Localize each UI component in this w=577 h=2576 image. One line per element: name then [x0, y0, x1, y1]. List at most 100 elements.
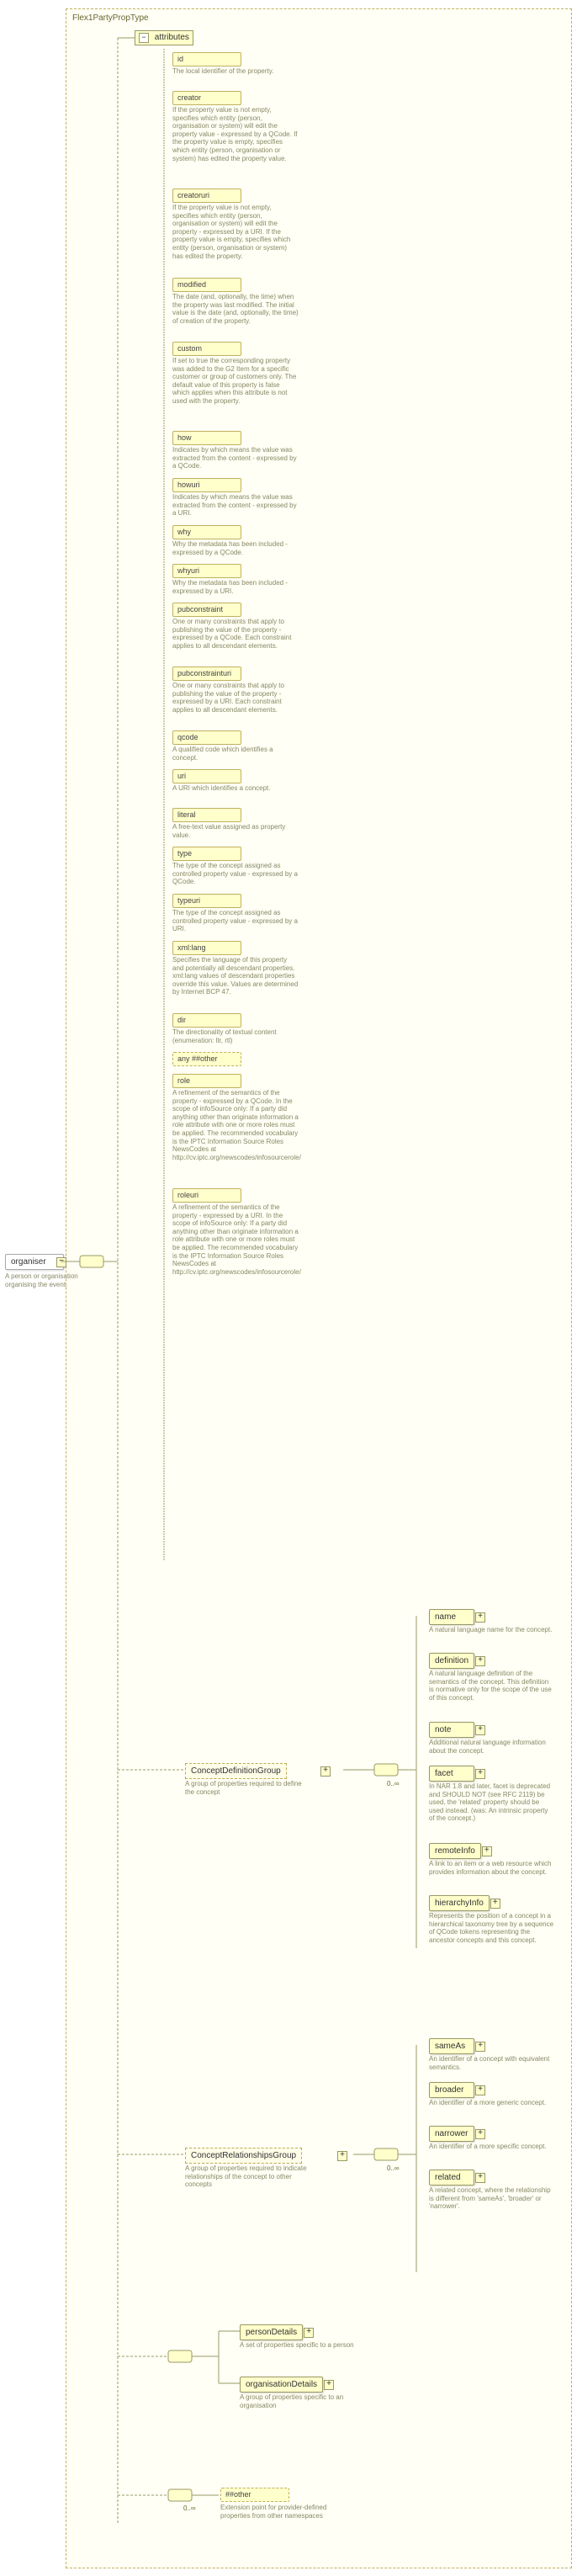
- element-sameAs[interactable]: sameAs+: [429, 2038, 474, 2054]
- attribute-howuri[interactable]: howuri: [172, 478, 241, 492]
- element-name[interactable]: name+: [429, 1609, 474, 1625]
- attribute-label: whyuri: [177, 566, 236, 576]
- attribute-desc: A qualified code which identifies a conc…: [172, 746, 299, 762]
- multiplicity-label: 0..∞: [387, 2164, 400, 2172]
- attribute-dir[interactable]: dir: [172, 1013, 241, 1028]
- attribute-how[interactable]: how: [172, 431, 241, 445]
- extension-label: ##other: [225, 2490, 284, 2499]
- attribute-desc: Why the metadata has been included - exp…: [172, 579, 299, 595]
- plus-icon[interactable]: +: [324, 2380, 334, 2390]
- attribute-desc: The local identifier of the property.: [172, 67, 299, 76]
- attribute-whyuri[interactable]: whyuri: [172, 564, 241, 578]
- attribute-desc: Indicates by which means the value was e…: [172, 446, 299, 470]
- plus-icon[interactable]: +: [475, 2042, 485, 2052]
- plus-icon[interactable]: +: [475, 2085, 485, 2095]
- attributes-label: attributes: [155, 33, 189, 42]
- attribute-desc: A URI which identifies a concept.: [172, 784, 299, 793]
- attribute-xml-lang[interactable]: xml:lang: [172, 941, 241, 955]
- element-desc: A natural language name for the concept.: [429, 1626, 555, 1634]
- attribute-label: id: [177, 55, 236, 64]
- group-desc: A group of properties required to define…: [185, 1780, 311, 1796]
- attribute-label: typeuri: [177, 896, 236, 906]
- attribute-modified[interactable]: modified: [172, 278, 241, 292]
- attribute-desc: One or many constraints that apply to pu…: [172, 618, 299, 650]
- attribute-custom[interactable]: custom: [172, 342, 241, 356]
- attribute-pubconstraint[interactable]: pubconstraint: [172, 603, 241, 617]
- attribute-creator[interactable]: creator: [172, 91, 241, 105]
- element-organisationDetails[interactable]: organisationDetails+: [240, 2377, 323, 2393]
- attribute-label: pubconstrainturi: [177, 669, 236, 678]
- attribute-label: type: [177, 849, 236, 858]
- root-element-organiser[interactable]: organiser −: [5, 1254, 64, 1270]
- attribute-label: uri: [177, 772, 236, 781]
- element-remoteInfo[interactable]: remoteInfo+: [429, 1843, 481, 1859]
- attribute-desc: The date (and, optionally, the time) whe…: [172, 293, 299, 325]
- attribute-label: pubconstraint: [177, 605, 236, 614]
- attribute-label: modified: [177, 280, 236, 289]
- attribute-literal[interactable]: literal: [172, 808, 241, 822]
- attribute-any---other: any ##other: [172, 1052, 241, 1066]
- element-desc: In NAR 1.8 and later, facet is deprecate…: [429, 1782, 555, 1823]
- attribute-label: creator: [177, 93, 236, 103]
- plus-icon[interactable]: +: [320, 1766, 331, 1777]
- attribute-desc: One or many constraints that apply to pu…: [172, 682, 299, 714]
- minus-icon[interactable]: −: [139, 33, 149, 43]
- diagram-canvas: Flex1PartyPropType organiser − A person …: [0, 0, 577, 2576]
- extension-multiplicity: 0..∞: [183, 2504, 196, 2512]
- attribute-desc: A refinement of the semantics of the pro…: [172, 1089, 299, 1161]
- attribute-label: role: [177, 1076, 236, 1086]
- plus-icon[interactable]: +: [475, 2173, 485, 2183]
- element-desc: A natural language definition of the sem…: [429, 1670, 555, 1702]
- element-desc: A group of properties specific to an org…: [240, 2393, 366, 2409]
- element-hierarchyInfo[interactable]: hierarchyInfo+: [429, 1895, 490, 1911]
- attribute-label: xml:lang: [177, 943, 236, 953]
- root-element-label: organiser: [11, 1257, 46, 1267]
- attribute-role[interactable]: role: [172, 1074, 241, 1088]
- attribute-label: dir: [177, 1016, 236, 1025]
- attribute-id[interactable]: id: [172, 52, 241, 66]
- plus-icon[interactable]: +: [475, 1612, 485, 1623]
- type-label-box: Flex1PartyPropType: [72, 13, 149, 23]
- element-desc: A related concept, where the relationshi…: [429, 2186, 555, 2211]
- element-broader[interactable]: broader+: [429, 2082, 474, 2098]
- attribute-label: any ##other: [177, 1054, 236, 1064]
- concept-definition-group[interactable]: ConceptDefinitionGroup +: [185, 1763, 287, 1779]
- attribute-desc: If set to true the corresponding propert…: [172, 357, 299, 406]
- type-name: Flex1PartyPropType: [72, 13, 149, 23]
- element-related[interactable]: related+: [429, 2170, 474, 2186]
- attributes-group-box[interactable]: − attributes: [135, 30, 193, 45]
- attribute-label: creatoruri: [177, 191, 236, 200]
- plus-icon[interactable]: +: [337, 2151, 347, 2161]
- attribute-type[interactable]: type: [172, 847, 241, 861]
- minus-icon[interactable]: −: [56, 1257, 66, 1267]
- plus-icon[interactable]: +: [304, 2328, 314, 2338]
- plus-icon[interactable]: +: [482, 1846, 492, 1856]
- attribute-label: roleuri: [177, 1191, 236, 1200]
- plus-icon[interactable]: +: [475, 1725, 485, 1735]
- concept-relationships-group[interactable]: ConceptRelationshipsGroup +: [185, 2148, 302, 2164]
- attribute-typeuri[interactable]: typeuri: [172, 894, 241, 908]
- element-facet[interactable]: facet+: [429, 1766, 474, 1782]
- plus-icon[interactable]: +: [490, 1899, 500, 1909]
- group-label: ConceptDefinitionGroup: [191, 1766, 281, 1776]
- attribute-label: qcode: [177, 733, 236, 742]
- element-narrower[interactable]: narrower+: [429, 2126, 474, 2142]
- element-definition[interactable]: definition+: [429, 1653, 474, 1669]
- attribute-desc: Specifies the language of this property …: [172, 956, 299, 996]
- attribute-uri[interactable]: uri: [172, 769, 241, 783]
- plus-icon[interactable]: +: [475, 1656, 485, 1666]
- attribute-roleuri[interactable]: roleuri: [172, 1188, 241, 1203]
- attribute-desc: If the property value is not empty, spec…: [172, 204, 299, 260]
- plus-icon[interactable]: +: [475, 1769, 485, 1779]
- element-desc: A link to an item or a web resource whic…: [429, 1860, 555, 1876]
- plus-icon[interactable]: +: [475, 2129, 485, 2139]
- attribute-qcode[interactable]: qcode: [172, 730, 241, 745]
- attribute-desc: Indicates by which means the value was e…: [172, 493, 299, 518]
- attribute-why[interactable]: why: [172, 525, 241, 539]
- element-note[interactable]: note+: [429, 1722, 474, 1738]
- attribute-creatoruri[interactable]: creatoruri: [172, 189, 241, 203]
- element-personDetails[interactable]: personDetails+: [240, 2324, 303, 2340]
- attribute-pubconstrainturi[interactable]: pubconstrainturi: [172, 667, 241, 681]
- element-desc: A set of properties specific to a person: [240, 2341, 366, 2350]
- attribute-desc: A free-text value assigned as property v…: [172, 823, 299, 839]
